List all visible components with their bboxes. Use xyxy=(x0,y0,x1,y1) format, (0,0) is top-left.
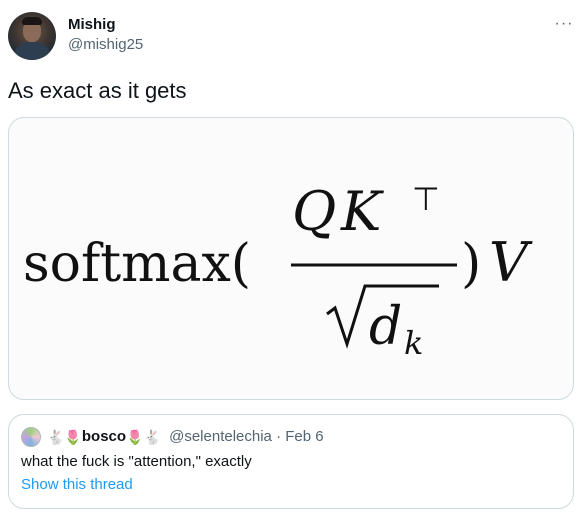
quoted-text: what the fuck is "attention," exactly xyxy=(21,453,252,470)
avatar-hair-shape xyxy=(22,17,42,25)
author-avatar[interactable] xyxy=(8,12,56,60)
formula-close-paren: ) xyxy=(461,234,481,294)
quoted-tweet[interactable]: 🐇🌷bosco🌷🐇 @selentelechia · Feb 6 what th… xyxy=(8,414,574,509)
quoted-header: 🐇🌷bosco🌷🐇 @selentelechia · Feb 6 xyxy=(47,428,324,446)
avatar-body-shape xyxy=(14,42,50,60)
tweet-media-image[interactable]: softmax( Q K ⊤ d k ) V xyxy=(8,117,574,400)
quoted-date[interactable]: Feb 6 xyxy=(285,428,323,445)
formula-d: d xyxy=(369,297,402,357)
quoted-display-name[interactable]: bosco xyxy=(82,428,126,445)
more-options-icon[interactable]: ··· xyxy=(552,14,576,34)
tulip-bunny-emoji: 🌷🐇 xyxy=(126,429,161,445)
bunny-tulip-emoji: 🐇🌷 xyxy=(47,429,82,445)
formula-k: k xyxy=(404,324,423,362)
formula-Q: Q xyxy=(292,180,336,243)
author-display-name[interactable]: Mishig xyxy=(68,16,116,33)
formula-K: K xyxy=(340,180,384,243)
formula-V: V xyxy=(489,231,533,294)
author-handle[interactable]: @mishig25 xyxy=(68,36,143,53)
quoted-author-avatar[interactable] xyxy=(21,427,41,447)
dot-separator: · xyxy=(276,428,282,445)
show-thread-link[interactable]: Show this thread xyxy=(21,476,133,493)
formula-softmax: softmax( xyxy=(23,234,251,294)
softmax-formula: softmax( Q K ⊤ d k ) V xyxy=(23,180,533,362)
tweet-text: As exact as it gets xyxy=(8,78,187,103)
quoted-handle[interactable]: @selentelechia xyxy=(169,428,272,445)
formula-transpose: ⊤ xyxy=(412,180,440,218)
